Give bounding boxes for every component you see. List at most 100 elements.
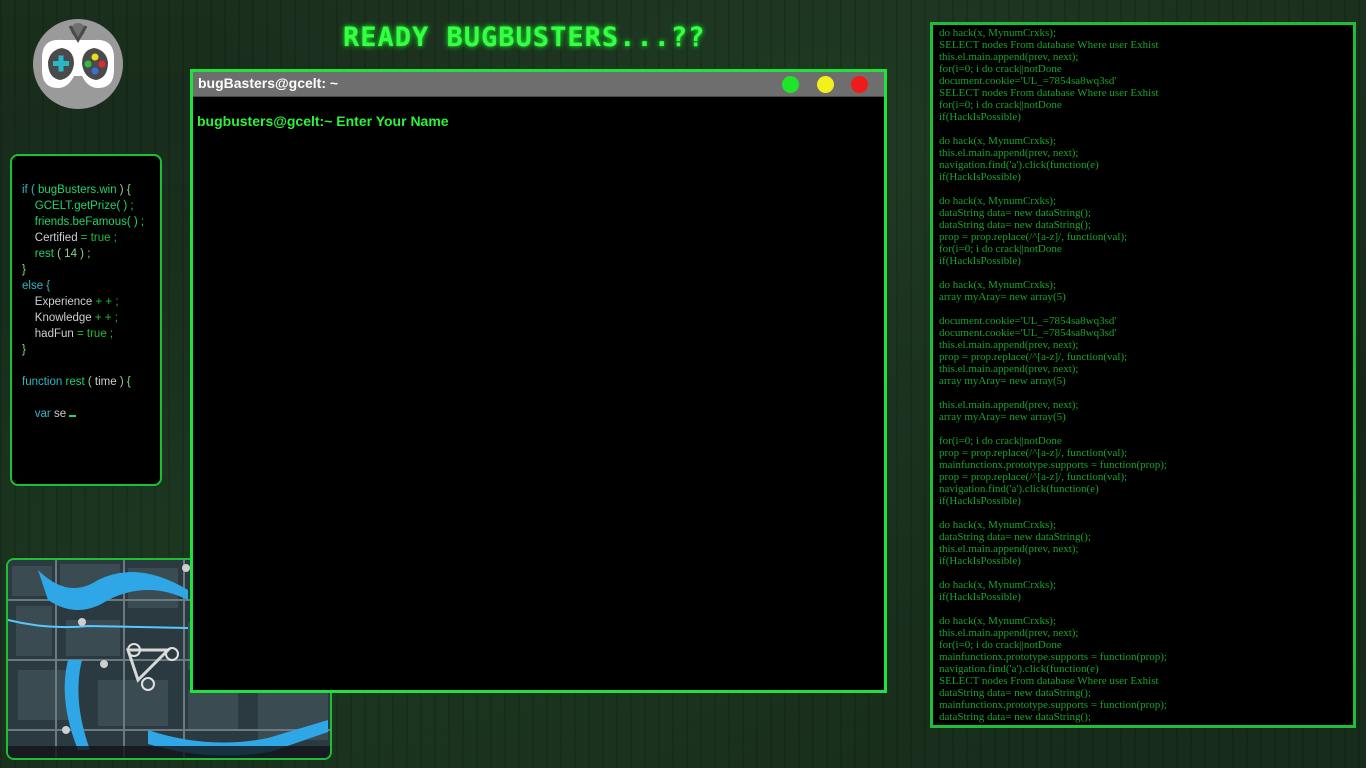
stream-line: if(HackIsPossible) bbox=[939, 495, 1021, 507]
code-line: if ( bugBusters.win ) { bbox=[22, 182, 160, 198]
stream-line: do hack(x, MynumCrxks); bbox=[939, 135, 1057, 147]
code-line: friends.beFamous( ) ; bbox=[22, 214, 160, 230]
code-token: = true ; bbox=[77, 232, 117, 244]
text-cursor bbox=[69, 415, 77, 417]
stream-line: dataString data= new dataString(); bbox=[939, 207, 1091, 219]
code-token: = true ; bbox=[73, 328, 114, 340]
code-token: ) { bbox=[116, 376, 131, 388]
stream-line: prop = prop.replace(/^[a-z]/, function(v… bbox=[939, 231, 1128, 243]
stream-line bbox=[939, 303, 1353, 315]
stream-line: if(HackIsPossible) bbox=[939, 255, 1021, 267]
stream-line: document.cookie='UL_=7854sa8wq3sd' bbox=[939, 315, 1117, 327]
stream-line bbox=[939, 123, 1353, 135]
code-token: + + ; bbox=[92, 296, 119, 308]
stream-line: mainfunctionx.prototype.supports = funct… bbox=[939, 459, 1167, 471]
code-token: function bbox=[22, 376, 66, 388]
stream-line: for(i=0; i do crack||notDone bbox=[939, 243, 1062, 255]
terminal-window[interactable]: bugBasters@gcelt: ~ bugbusters@gcelt:~ E… bbox=[190, 69, 887, 693]
stream-line: this.el.main.append(prev, next); bbox=[939, 51, 1079, 63]
stream-line: this.el.main.append(prev, next); bbox=[939, 339, 1079, 351]
stream-line: SELECT nodes From database Where user Ex… bbox=[939, 39, 1159, 51]
stream-line: array myAray= new array(5) bbox=[939, 411, 1066, 423]
code-token: .beFamous( ) ; bbox=[69, 216, 145, 228]
code-snippet-panel: if ( bugBusters.win ) { GCELT.getPrize( … bbox=[10, 154, 162, 486]
stream-line bbox=[939, 267, 1353, 279]
code-line: var se bbox=[22, 406, 160, 422]
stream-line bbox=[939, 567, 1353, 579]
stream-line bbox=[939, 387, 1353, 399]
stream-line: this.el.main.append(prev, next); bbox=[939, 363, 1079, 375]
stream-line: do hack(x, MynumCrxks); bbox=[939, 27, 1057, 39]
stream-line: SELECT nodes From database Where user Ex… bbox=[939, 87, 1159, 99]
stream-line bbox=[939, 423, 1353, 435]
stream-line: this.el.main.append(prev, next); bbox=[939, 399, 1079, 411]
code-line: } bbox=[22, 262, 160, 278]
stream-line: navigation.find('a').click(function(e) bbox=[939, 159, 1099, 171]
minimize-button[interactable] bbox=[817, 76, 834, 93]
code-token: } bbox=[22, 264, 26, 276]
stream-line: array myAray= new array(5) bbox=[939, 291, 1066, 303]
stream-line: if(HackIsPossible) bbox=[939, 111, 1021, 123]
code-token: if ( bbox=[22, 184, 38, 196]
code-line: Experience + + ; bbox=[22, 294, 160, 310]
close-button[interactable] bbox=[851, 76, 868, 93]
code-token: + + ; bbox=[91, 312, 118, 324]
code-token: friends bbox=[22, 216, 70, 228]
code-line: hadFun = true ; bbox=[22, 326, 160, 342]
terminal-titlebar[interactable]: bugBasters@gcelt: ~ bbox=[193, 72, 884, 97]
code-token: rest bbox=[65, 376, 88, 388]
stream-line: SELECT nodes From database Where user Ex… bbox=[939, 675, 1159, 687]
stream-line: navigation.find('a').click(function(e) bbox=[939, 483, 1099, 495]
stream-line: dataString data= new dataString(); bbox=[939, 219, 1091, 231]
stream-line: navigation.find('a').click(function(e) bbox=[939, 663, 1099, 675]
stream-line: do hack(x, MynumCrxks); bbox=[939, 279, 1057, 291]
stream-line: if(HackIsPossible) bbox=[939, 555, 1021, 567]
code-token: Knowledge bbox=[22, 312, 92, 324]
code-token: else { bbox=[22, 280, 51, 292]
code-token: Experience bbox=[22, 296, 93, 308]
code-stream-panel: do hack(x, MynumCrxks); SELECT nodes From… bbox=[930, 22, 1356, 728]
stream-line: do hack(x, MynumCrxks); bbox=[939, 195, 1057, 207]
code-line: GCELT.getPrize( ) ; bbox=[22, 198, 160, 214]
stream-line: dataString data= new dataString(); bbox=[939, 687, 1091, 699]
stream-line bbox=[939, 603, 1353, 615]
code-token: se bbox=[53, 408, 67, 420]
code-token: var bbox=[22, 408, 54, 420]
stream-line: do hack(x, MynumCrxks); bbox=[939, 615, 1057, 627]
code-token: bugBusters.win bbox=[37, 184, 117, 196]
terminal-body[interactable]: bugbusters@gcelt:~ Enter Your Name bbox=[193, 97, 884, 145]
stream-line: mainfunctionx.prototype.supports = funct… bbox=[939, 651, 1167, 663]
code-token: hadFun bbox=[22, 328, 74, 340]
stream-line: prop = prop.replace(/^[a-z]/, function(v… bbox=[939, 471, 1128, 483]
stream-line: for(i=0; i do crack||notDone bbox=[939, 435, 1062, 447]
stream-line: document.cookie='UL_=7854sa8wq3sd' bbox=[939, 75, 1117, 87]
code-token: ) { bbox=[116, 184, 131, 196]
stream-line: dataString data= new dataString(); bbox=[939, 711, 1091, 723]
stream-line: dataString data= new dataString(); bbox=[939, 531, 1091, 543]
stream-line: document.cookie='UL_=7854sa8wq3sd' bbox=[939, 327, 1117, 339]
stream-line: for(i=0; i do crack||notDone bbox=[939, 63, 1062, 75]
stream-line: do hack(x, MynumCrxks); bbox=[939, 579, 1057, 591]
stream-line bbox=[939, 507, 1353, 519]
stream-line: do hack(x, MynumCrxks); bbox=[939, 519, 1057, 531]
code-line: rest ( 14 ) ; bbox=[22, 246, 160, 262]
stream-line: array myAray= new array(5) bbox=[939, 375, 1066, 387]
page-title: READY BUGBUSTERS...?? bbox=[343, 22, 706, 53]
stream-line: prop = prop.replace(/^[a-z]/, function(v… bbox=[939, 447, 1128, 459]
code-token: time bbox=[94, 376, 117, 388]
code-token: Certified bbox=[22, 232, 78, 244]
stream-line: if(HackIsPossible) bbox=[939, 171, 1021, 183]
stream-line: for(i=0; i do crack||notDone bbox=[939, 639, 1062, 651]
stream-line: mainfunctionx.prototype.supports = funct… bbox=[939, 699, 1167, 711]
stream-line bbox=[939, 183, 1353, 195]
stream-line: if(HackIsPossible) bbox=[939, 591, 1021, 603]
code-token: } bbox=[22, 344, 26, 356]
stream-line: for(i=0; i do crack||notDone bbox=[939, 99, 1062, 111]
code-line: Certified = true ; bbox=[22, 230, 160, 246]
maximize-button[interactable] bbox=[782, 76, 799, 93]
code-line: Knowledge + + ; bbox=[22, 310, 160, 326]
code-token: ( 14 ) ; bbox=[57, 248, 91, 260]
code-line: } bbox=[22, 342, 160, 358]
